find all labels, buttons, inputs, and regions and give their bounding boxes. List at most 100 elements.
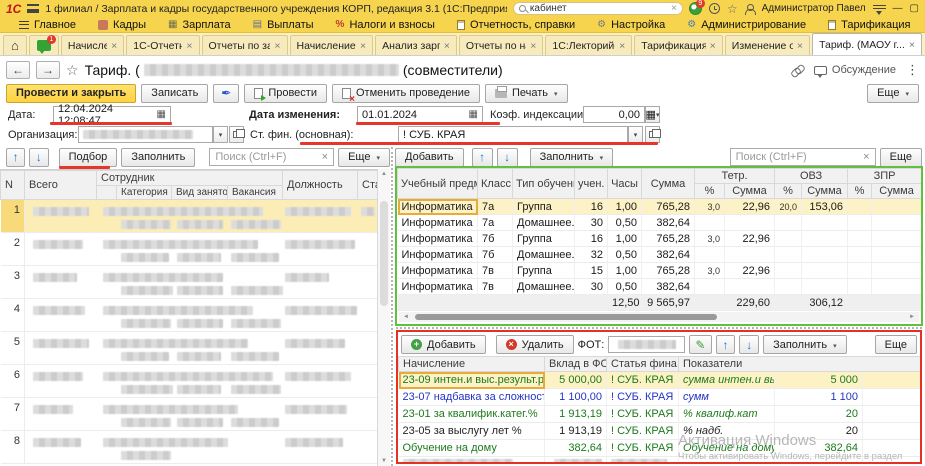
post-and-close-button[interactable]: Провести и закрыть (6, 84, 136, 103)
menu-otchetnost[interactable]: Отчетность, справки (446, 17, 586, 32)
subjects-horizontal-scrollbar[interactable]: ◄ ► (399, 312, 919, 322)
accrual-row[interactable]: Обучение на дому 382,64 ! СУБ. КРАЯ Обуч… (399, 440, 921, 457)
subject-row[interactable]: Информатика7вГруппа 151,00765,28 3,022,9… (398, 263, 922, 279)
edit-fot-button[interactable]: ✎ (689, 335, 711, 354)
tab-1c-otchetnost[interactable]: 1С-Отчетность (126, 35, 199, 55)
subjects-more-button[interactable]: Еще (880, 148, 922, 167)
tab-lektoriy[interactable]: 1С:Лекторий-онл... (545, 35, 632, 55)
close-icon[interactable] (111, 40, 117, 52)
menu-zarplata[interactable]: ▦Зарплата (157, 17, 242, 32)
pick-button[interactable]: Подбор (59, 148, 118, 167)
accrual-row-partial[interactable] (399, 457, 921, 465)
user-name[interactable]: Администратор Павел (762, 3, 866, 14)
accrual-row[interactable]: 23-05 за выслугу лет % 1 913,19 ! СУБ. К… (399, 423, 921, 440)
user-icon[interactable] (745, 4, 755, 14)
fill-button[interactable]: Заполнить (121, 148, 195, 167)
print-button[interactable]: Печать (485, 84, 568, 103)
post-button[interactable]: Провести (244, 84, 327, 103)
organization-field[interactable] (78, 126, 213, 143)
subjects-fill-button[interactable]: Заполнить (530, 148, 614, 167)
favorite-star-icon[interactable]: ☆ (66, 63, 79, 77)
subjects-move-down-button[interactable]: ↓ (497, 148, 518, 167)
menu-vyplaty[interactable]: ▤Выплаты (242, 17, 325, 32)
discussion-button[interactable]: Обсуждение (814, 64, 896, 76)
accruals-move-up-button[interactable]: ↑ (716, 335, 736, 354)
menu-nastroyka[interactable]: ⚙Настройка (586, 17, 676, 32)
close-icon[interactable] (274, 40, 280, 52)
subject-row[interactable]: Информатика7бГруппа 161,00765,28 3,022,9… (398, 231, 922, 247)
employees-more-button[interactable]: Еще (338, 148, 390, 167)
change-date-field[interactable]: 01.01.2024▦ (357, 106, 483, 123)
scroll-down-icon[interactable]: ▼ (381, 458, 387, 464)
subject-row[interactable]: Информатика7аГруппа 161,00765,28 3,022,9… (398, 199, 922, 215)
tab-tarifikaciya-sosh[interactable]: Тарификация СОШ (634, 35, 723, 55)
close-icon[interactable] (710, 40, 716, 52)
subjects-search-input[interactable]: Поиск (Ctrl+F) (730, 148, 876, 166)
undo-post-button[interactable]: Отменить проведение (332, 84, 480, 103)
accruals-add-button[interactable]: Добавить (401, 335, 486, 354)
accruals-more-button[interactable]: Еще (875, 335, 917, 354)
menu-nalogi[interactable]: %Налоги и взносы (325, 17, 446, 32)
employee-row[interactable]: 7 (1, 398, 378, 431)
employee-row[interactable]: 1 (1, 200, 378, 233)
restore-icon[interactable]: ▢ (910, 4, 919, 14)
link-icon[interactable] (791, 64, 804, 77)
tab-otchety-po-nalogam[interactable]: Отчеты по налог... (459, 35, 544, 55)
fot-field[interactable] (608, 336, 685, 353)
subject-row[interactable]: Информатика7бДомашнее... 320,50382,64 (398, 247, 922, 263)
menu-kadry[interactable]: Кадры (87, 17, 157, 32)
employees-vertical-scrollbar[interactable]: ▲ ▼ (377, 169, 390, 466)
calculator-button[interactable]: ▦ (645, 106, 660, 123)
employee-row[interactable]: 3 (1, 266, 378, 299)
save-button[interactable]: Записать (141, 84, 208, 103)
employee-row[interactable]: 6 (1, 365, 378, 398)
move-up-button[interactable]: ↑ (6, 148, 25, 167)
minimize-icon[interactable]: — (893, 4, 903, 14)
tab-nachislenie-zarplaty[interactable]: Начисление зар... (290, 35, 374, 55)
tab-notifications[interactable]: 1 (29, 35, 59, 55)
organization-dropdown-button[interactable] (213, 126, 228, 143)
subjects-move-up-button[interactable]: ↑ (472, 148, 493, 167)
subjects-add-button[interactable]: Добавить (395, 148, 464, 167)
close-icon[interactable] (530, 40, 536, 52)
scroll-up-icon[interactable]: ▲ (381, 171, 387, 177)
vertical-splitter[interactable] (391, 147, 393, 466)
tab-otchety-po-zarplate[interactable]: Отчеты по зарпл... (202, 35, 288, 55)
clear-search-icon[interactable] (863, 151, 869, 163)
app-notifications-icon[interactable]: 9 (689, 2, 702, 15)
close-icon[interactable] (360, 40, 366, 52)
tab-izmenenie-oplaty[interactable]: Изменение опла... (725, 35, 810, 55)
accrual-row[interactable]: 23-09 интен.и выс.результ.работ... 5 000… (399, 372, 921, 389)
scroll-thumb[interactable] (380, 201, 388, 306)
close-icon[interactable] (186, 40, 192, 52)
close-icon[interactable] (797, 40, 803, 52)
fin-open-button[interactable] (645, 126, 660, 143)
scroll-thumb[interactable] (415, 314, 717, 320)
accrual-row[interactable]: 23-01 за квалифик.катег.% 1 913,19 ! СУБ… (399, 406, 921, 423)
employees-search-input[interactable]: Поиск (Ctrl+F) (209, 148, 334, 166)
tab-analiz-zarplat[interactable]: Анализ зарплат... (375, 35, 457, 55)
calendar-icon[interactable]: ▦ (469, 110, 478, 120)
forward-button[interactable]: → (36, 61, 60, 79)
close-icon[interactable] (909, 39, 915, 51)
accrual-row[interactable]: 23-07 надбавка за сложность и н... 1 100… (399, 389, 921, 406)
clear-search-icon[interactable]: × (671, 3, 677, 14)
clear-search-icon[interactable] (322, 151, 328, 163)
accruals-delete-button[interactable]: Удалить (496, 335, 574, 354)
calendar-icon[interactable]: ▦ (157, 110, 166, 120)
employee-row[interactable]: 5 (1, 332, 378, 365)
menu-tarifikaciya[interactable]: Тарификация (817, 17, 921, 32)
close-icon[interactable] (444, 40, 450, 52)
favorites-icon[interactable]: ☆ (727, 3, 738, 15)
move-down-button[interactable]: ↓ (29, 148, 48, 167)
tab-tarif-active[interactable]: Тариф. (МАОУ г... (812, 33, 922, 55)
subject-row[interactable]: Информатика7аДомашнее... 300,50382,64 (398, 215, 922, 231)
close-icon[interactable] (619, 40, 625, 52)
menu-administrirovanie[interactable]: ⚙Администрирование (676, 17, 817, 32)
fin-field[interactable]: ! СУБ. КРАЯ (398, 126, 628, 143)
subject-row[interactable]: Информатика7вДомашнее... 300,50382,64 (398, 279, 922, 295)
more-menu-icon[interactable]: ⋮ (906, 62, 919, 78)
employee-row[interactable]: 4 (1, 299, 378, 332)
scroll-right-icon[interactable]: ► (905, 314, 919, 320)
more-button[interactable]: Еще (867, 84, 919, 103)
